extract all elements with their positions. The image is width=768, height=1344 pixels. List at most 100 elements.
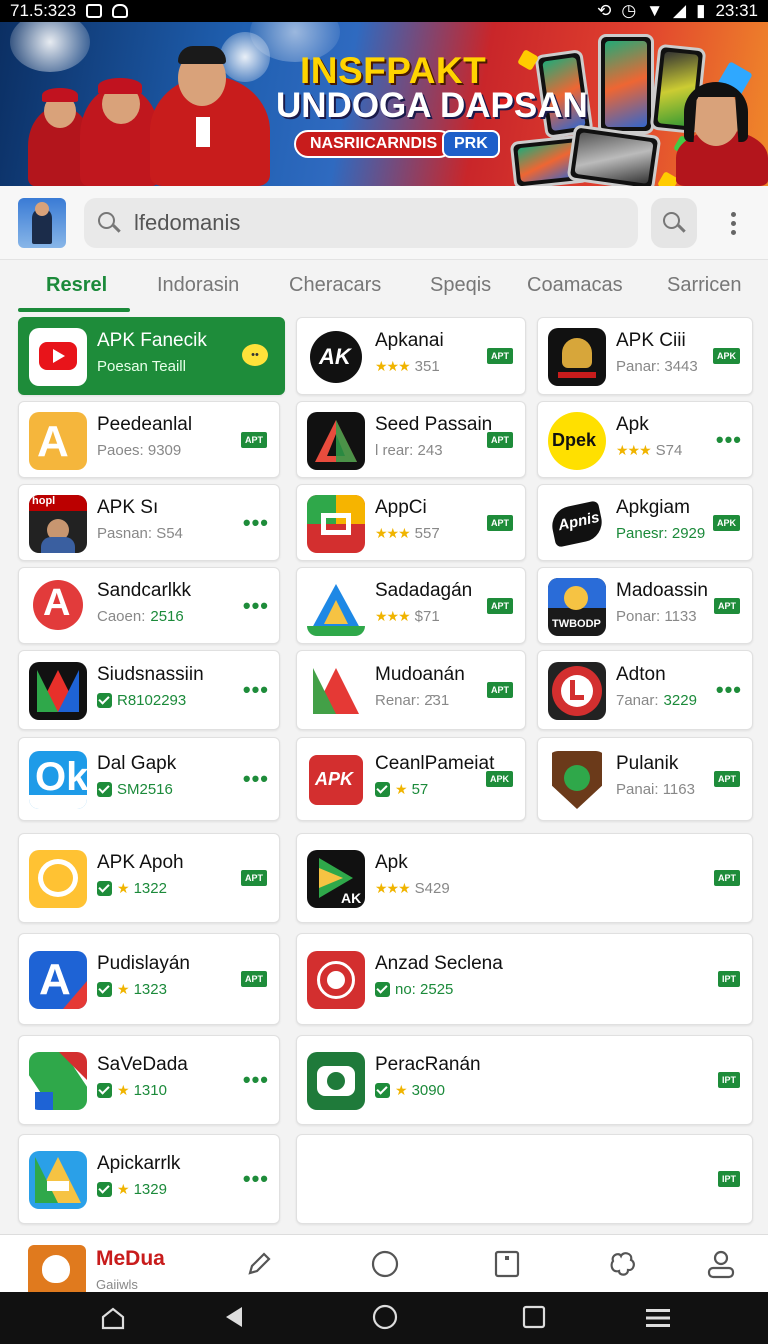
app-card[interactable]: hopl APK Sı Pasnan: S54 ••• xyxy=(18,484,280,561)
app-card[interactable]: Adton 7anar: 3229 ••• xyxy=(537,650,753,730)
search-placeholder: lfedomanis xyxy=(134,210,241,235)
app-meta: 7anar: 3229 xyxy=(616,692,697,709)
install-badge[interactable]: IPT xyxy=(717,1072,740,1088)
menu-icon[interactable] xyxy=(644,1306,672,1330)
tab-3[interactable]: Speqis xyxy=(430,274,491,297)
app-meta: ★ 1329 xyxy=(97,1181,167,1198)
system-nav-bar xyxy=(0,1292,768,1344)
app-icon xyxy=(548,751,606,809)
banner-pill[interactable]: NASRIICARNDIS xyxy=(294,130,454,158)
app-card[interactable]: AppCi ★★★ 557 APT xyxy=(296,484,526,561)
app-card[interactable]: Apickarrlk ★ 1329 ••• xyxy=(18,1134,280,1224)
app-meta: ★ 1322 xyxy=(97,880,167,897)
app-card[interactable]: A Sandcarlkk Caoen: 2516 ••• xyxy=(18,567,280,644)
brand-subtitle: Gaiiwls xyxy=(96,1277,138,1292)
app-card[interactable]: Mudoanán Renar: 2̄31 APT xyxy=(296,650,526,730)
box-icon[interactable] xyxy=(492,1249,522,1279)
more-icon[interactable]: ••• xyxy=(716,679,742,701)
avatar[interactable] xyxy=(18,198,66,248)
banner-badge[interactable]: PRK xyxy=(442,130,500,158)
circle-home-icon[interactable] xyxy=(372,1304,398,1330)
app-card[interactable]: Ok Dal Gapk SM2516 ••• xyxy=(18,737,280,821)
more-icon[interactable]: ••• xyxy=(243,512,269,534)
install-badge[interactable]: APK xyxy=(485,771,513,787)
tab-2[interactable]: Cheracars xyxy=(289,274,381,297)
home-icon[interactable] xyxy=(100,1306,126,1330)
app-icon: A xyxy=(29,578,87,636)
app-name: Pudislayán xyxy=(97,953,190,974)
app-card[interactable]: Anzad Seclena no: 2525 IPT xyxy=(296,933,753,1025)
more-options-icon[interactable] xyxy=(724,210,744,236)
puzzle-icon[interactable] xyxy=(608,1249,638,1279)
edit-icon[interactable] xyxy=(244,1249,274,1279)
back-icon[interactable] xyxy=(222,1304,246,1330)
app-meta: ★★★ 557 xyxy=(375,525,440,542)
app-meta-text: Poesan Teaill xyxy=(97,358,186,375)
install-badge[interactable]: APT xyxy=(241,432,267,448)
app-meta-text: 1329 xyxy=(133,1181,167,1198)
app-card[interactable]: SaVeDada ★ 1310 ••• xyxy=(18,1035,280,1125)
promo-banner[interactable]: INSFPAKT UNDOGA DAPSAN NASRIICARNDIS PRK xyxy=(0,22,768,186)
install-badge[interactable]: APT xyxy=(487,682,513,698)
app-card[interactable]: TWBODP Madoassin Ponar: 1133 APT xyxy=(537,567,753,644)
profile-icon[interactable] xyxy=(706,1249,736,1279)
app-card[interactable]: Pulanik Panai: 1163 APT xyxy=(537,737,753,821)
tab-4[interactable]: Coamacas xyxy=(527,274,623,297)
app-icon xyxy=(548,328,606,386)
tab-1[interactable]: Indorasin xyxy=(157,274,239,297)
tab-5[interactable]: Sarricen xyxy=(667,274,741,297)
app-card[interactable]: Apnis Apkgiam Panesr: 2929 APK xyxy=(537,484,753,561)
app-card[interactable]: Dpek Apk ★★★ S74 ••• xyxy=(537,401,753,478)
app-name: Adton xyxy=(616,664,666,685)
tab-0[interactable]: Resrel xyxy=(46,274,107,297)
install-badge[interactable]: APK xyxy=(712,515,740,531)
install-badge[interactable]: APT xyxy=(487,348,513,364)
search-button[interactable] xyxy=(651,198,697,248)
app-card[interactable]: IPT xyxy=(296,1134,753,1224)
more-icon[interactable]: ••• xyxy=(243,679,269,701)
more-icon[interactable]: ••• xyxy=(243,1168,269,1190)
install-badge[interactable]: APT xyxy=(241,971,267,987)
app-card[interactable]: APK Apoh ★ 1322 APT xyxy=(18,833,280,923)
app-icon xyxy=(307,662,365,720)
install-badge[interactable]: APK xyxy=(712,348,740,364)
more-icon[interactable]: ••• xyxy=(243,1069,269,1091)
rating-star-icon: ★ xyxy=(117,1181,130,1197)
install-badge[interactable]: APT xyxy=(487,598,513,614)
app-card[interactable]: A Pudislayán ★ 1323 APT xyxy=(18,933,280,1025)
more-icon[interactable]: ••• xyxy=(716,429,742,451)
app-name: Apickarrlk xyxy=(97,1153,181,1174)
install-badge[interactable]: APT xyxy=(714,870,740,886)
search-input[interactable]: lfedomanis xyxy=(84,198,638,248)
app-card[interactable]: AK Apk ★★★ S429 APT xyxy=(296,833,753,923)
install-badge[interactable]: APT xyxy=(487,432,513,448)
app-card[interactable]: Sadadagán ★★★ $71 APT xyxy=(296,567,526,644)
app-name: CeanlPameiat xyxy=(375,753,495,774)
app-meta: SM2516 xyxy=(97,781,173,798)
circle-icon[interactable] xyxy=(370,1249,400,1279)
brand-logo-icon[interactable] xyxy=(28,1245,86,1293)
app-card[interactable]: A Peedeanlal Paoes: 9309 APT xyxy=(18,401,280,478)
install-badge[interactable]: IPT xyxy=(717,971,740,987)
app-meta-text: S74 xyxy=(655,442,683,459)
app-card[interactable]: APK Fanecik Poesan Teaill •• xyxy=(18,317,285,395)
app-card[interactable]: AK Apkanai ★★★ 351 APT xyxy=(296,317,526,395)
app-card[interactable]: APK Ciii Panar: 3443 APK xyxy=(537,317,753,395)
recents-icon[interactable] xyxy=(522,1305,546,1329)
install-badge[interactable]: APT xyxy=(714,771,740,787)
more-icon[interactable]: ••• xyxy=(243,768,269,790)
install-badge[interactable]: APT xyxy=(241,870,267,886)
more-icon[interactable]: ••• xyxy=(243,595,269,617)
bottom-nav: MeDua Gaiiwls xyxy=(0,1234,768,1293)
status-time-left: 71.5:323 xyxy=(10,1,77,20)
app-icon xyxy=(307,495,365,553)
app-card[interactable]: APK CeanlPameiat ★ 57 APK xyxy=(296,737,526,821)
install-badge[interactable]: APT xyxy=(714,598,740,614)
rating-star-icon: ★ xyxy=(117,880,130,896)
app-card[interactable]: PeracRanán ★ 3090 IPT xyxy=(296,1035,753,1125)
app-card[interactable]: Seed Passain l rear: 243 APT xyxy=(296,401,526,478)
install-badge[interactable]: APT xyxy=(487,515,513,531)
install-badge[interactable]: IPT xyxy=(717,1171,740,1187)
app-card[interactable]: Siudsnassiin R8102293 ••• xyxy=(18,650,280,730)
app-meta-text: 1322 xyxy=(133,880,167,897)
